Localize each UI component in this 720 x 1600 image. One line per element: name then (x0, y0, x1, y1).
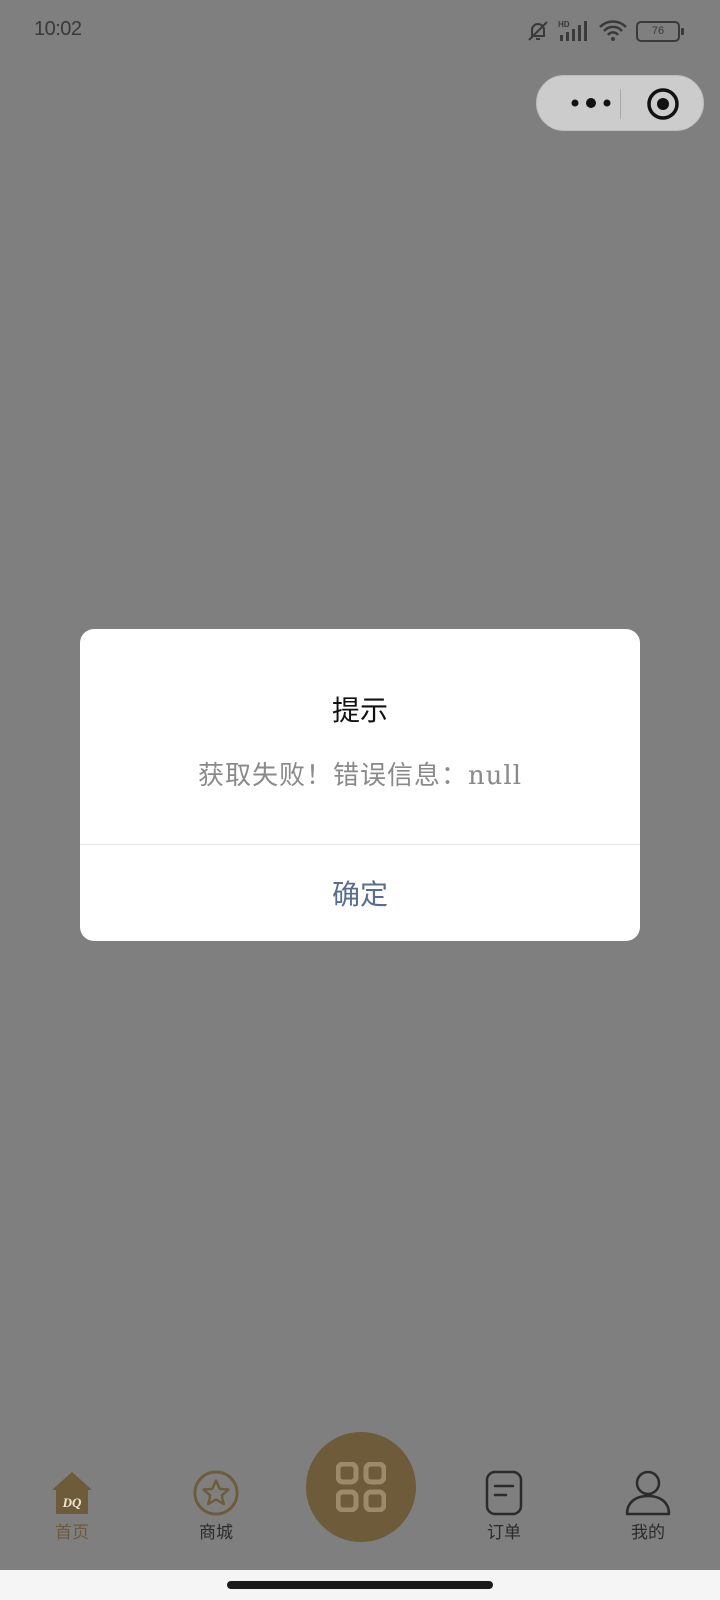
home-indicator[interactable] (227, 1581, 493, 1589)
tab-mine[interactable]: 我的 (598, 1470, 698, 1543)
profile-icon (625, 1470, 671, 1516)
status-time: 10:02 (34, 18, 82, 40)
home-dq-icon: DQ (52, 1472, 92, 1514)
status-icons: HD 76 (526, 16, 684, 46)
status-bar: 10:02 HD 76 (0, 0, 720, 64)
more-dots-icon[interactable] (562, 93, 622, 113)
home-logo-text: DQ (62, 1495, 82, 1510)
battery-icon: 76 (636, 20, 684, 42)
tab-order[interactable]: 订单 (454, 1470, 554, 1543)
tab-home-label: 首页 (55, 1523, 89, 1543)
dialog-message: 获取失败！错误信息：null (197, 761, 523, 791)
dialog-title: 提示 (331, 694, 388, 727)
tab-home[interactable]: DQ 首页 (22, 1470, 122, 1543)
miniprogram-capsule (536, 75, 704, 131)
star-circle-icon (193, 1470, 239, 1516)
tab-mine-label: 我的 (631, 1523, 665, 1543)
qr-scan-button[interactable] (306, 1432, 416, 1542)
svg-text:HD: HD (558, 20, 570, 29)
order-list-icon (485, 1470, 523, 1516)
wifi-icon (599, 20, 627, 41)
capsule-divider (620, 89, 621, 119)
tab-mall[interactable]: 商城 (166, 1470, 266, 1543)
alert-dialog: 提示 获取失败！错误信息：null 确定 (80, 629, 640, 941)
target-circle-icon[interactable] (646, 87, 680, 121)
tab-order-label: 订单 (487, 1523, 521, 1543)
confirm-button[interactable]: 确定 (80, 845, 640, 941)
bell-muted-icon (528, 21, 548, 41)
tab-mall-label: 商城 (199, 1523, 233, 1543)
tab-bar: DQ 首页 商城 订单 我的 (0, 1420, 720, 1570)
qr-scan-icon (336, 1462, 386, 1512)
hd-signal-icon: HD (558, 20, 587, 41)
